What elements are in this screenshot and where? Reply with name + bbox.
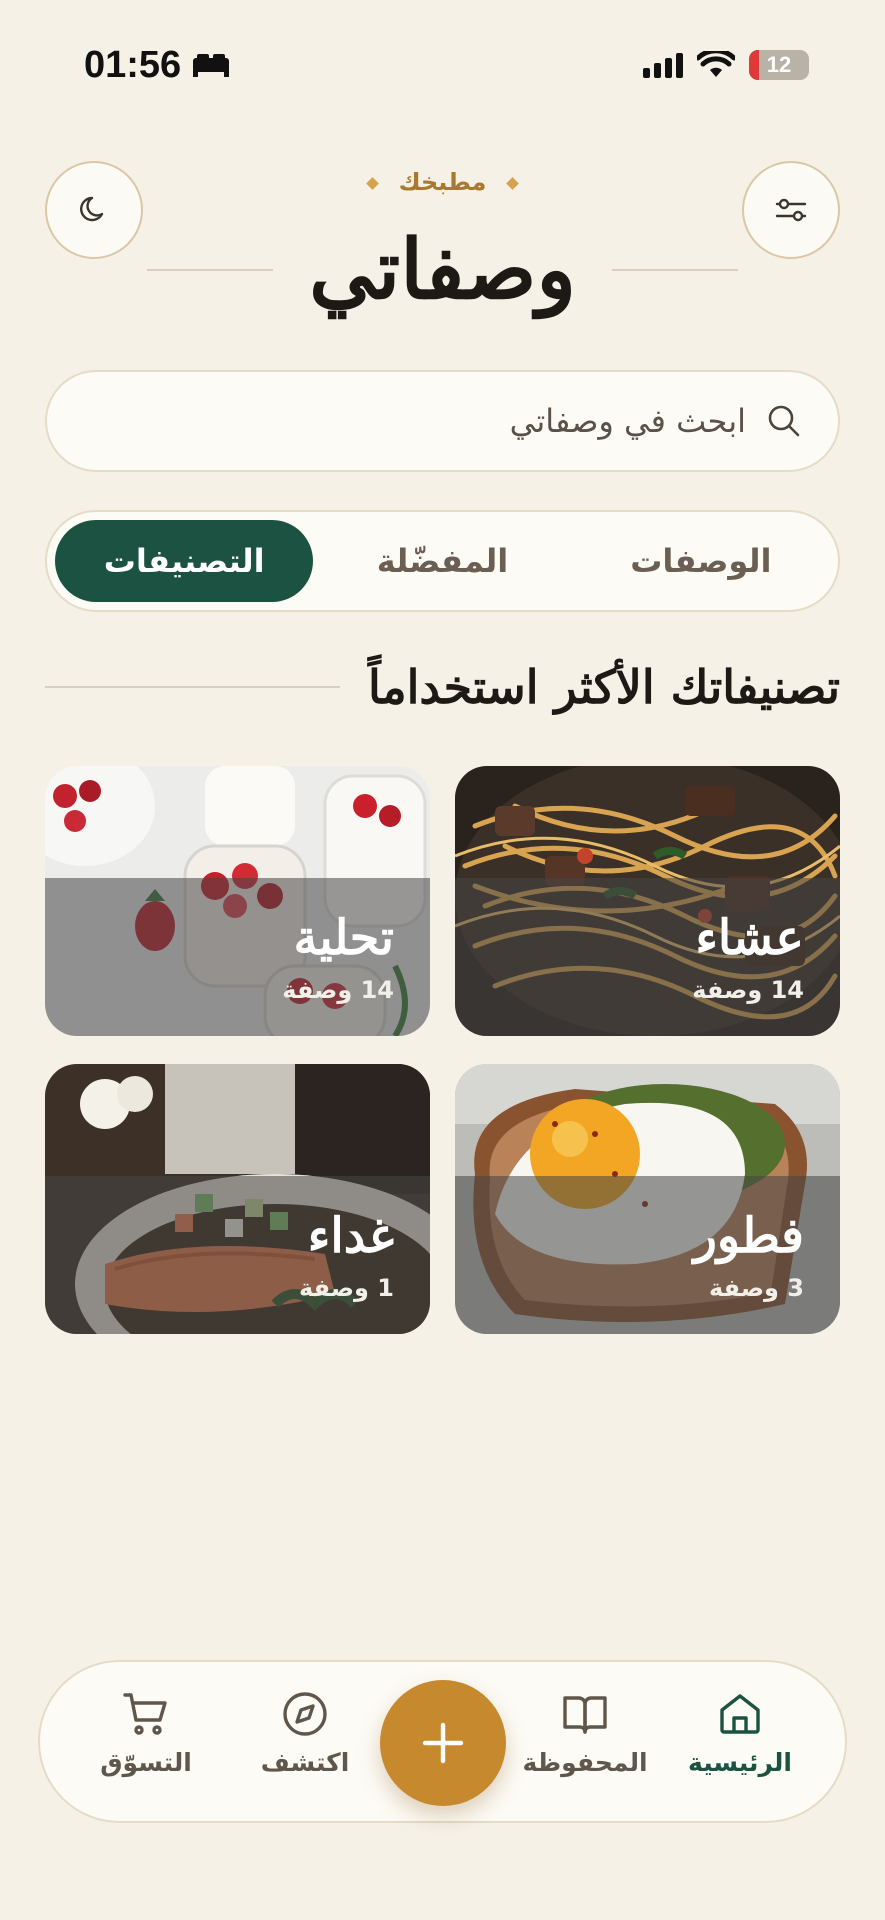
cellular-signal-icon: [643, 52, 683, 78]
battery-level: 12: [766, 52, 792, 77]
nav-shopping-label: التسوّق: [100, 1748, 192, 1777]
title-divider: [611, 269, 738, 271]
category-card-dessert[interactable]: تحلية 14 وصفة: [45, 766, 430, 1036]
nav-shopping[interactable]: التسوّق: [76, 1690, 216, 1800]
nav-explore[interactable]: اكتشف: [235, 1690, 375, 1800]
page-header: وصفاتي: [0, 225, 885, 315]
page-title: وصفاتي: [309, 222, 576, 318]
header-kicker: مطبخك: [0, 168, 885, 196]
nav-saved[interactable]: المحفوظة: [515, 1690, 655, 1800]
cart-icon: [123, 1693, 167, 1735]
category-title: تحلية: [293, 910, 394, 966]
section-divider: [45, 686, 340, 688]
search-bar[interactable]: [45, 370, 840, 472]
compass-icon: [283, 1692, 327, 1736]
plus-icon: [422, 1722, 464, 1764]
nav-explore-label: اكتشف: [260, 1748, 350, 1777]
tab-favorites[interactable]: المفضّلة: [313, 520, 571, 602]
kicker-text: مطبخك: [398, 168, 487, 196]
recipe-count: 14 وصفة: [282, 976, 394, 1004]
wifi-icon: [697, 51, 735, 77]
sliders-icon: [775, 198, 807, 222]
section-title: تصنيفاتك الأكثر استخداماً: [368, 660, 840, 714]
status-time: 01:56: [84, 44, 231, 87]
category-card-dinner[interactable]: عشاء 14 وصفة: [455, 766, 840, 1036]
nav-home-label: الرئيسية: [688, 1748, 792, 1777]
search-input[interactable]: [486, 402, 746, 440]
title-divider: [147, 269, 274, 271]
nav-home[interactable]: الرئيسية: [670, 1690, 810, 1800]
tab-categories[interactable]: التصنيفات: [55, 520, 314, 602]
book-icon: [563, 1696, 607, 1734]
tab-bar: الوصفات المفضّلة التصنيفات: [45, 510, 840, 612]
recipe-count: 3 وصفة: [709, 1274, 804, 1302]
home-icon: [720, 1694, 760, 1734]
sleep-focus-icon: [193, 54, 230, 77]
category-title: عشاء: [695, 910, 804, 966]
status-indicators: 12: [643, 50, 809, 80]
moon-icon: [80, 196, 104, 222]
recipe-count: 1 وصفة: [299, 1274, 394, 1302]
section-header: تصنيفاتك الأكثر استخداماً: [45, 660, 840, 714]
tab-recipes[interactable]: الوصفات: [572, 520, 830, 602]
diamond-ornament-icon: [365, 176, 379, 190]
search-icon: [768, 405, 800, 437]
nav-saved-label: المحفوظة: [522, 1748, 648, 1777]
clock-text: 01:56: [84, 43, 182, 86]
category-title: غداء: [307, 1208, 394, 1264]
category-card-breakfast[interactable]: فطور 3 وصفة: [455, 1064, 840, 1334]
recipe-count: 14 وصفة: [692, 976, 804, 1004]
add-recipe-button[interactable]: [380, 1680, 506, 1806]
category-title: فطور: [693, 1208, 804, 1264]
battery-icon: 12: [749, 50, 809, 80]
status-bar: 01:56 12: [84, 40, 809, 90]
category-card-lunch[interactable]: غداء 1 وصفة: [45, 1064, 430, 1334]
diamond-ornament-icon: [506, 176, 520, 190]
